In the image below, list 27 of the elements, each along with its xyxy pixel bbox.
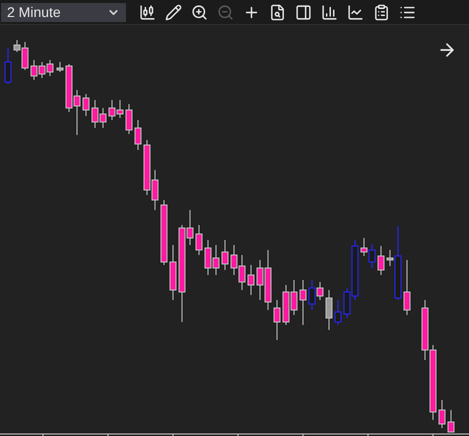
candle [378,246,384,276]
candle [4,48,12,84]
candle [56,62,64,72]
candle [404,260,410,316]
candle [126,104,132,134]
line-chart-icon[interactable] [347,4,364,20]
candle [438,400,446,428]
candle [274,300,280,340]
candle [300,280,306,326]
report-icon[interactable] [373,4,390,20]
document-search-icon[interactable] [269,4,286,20]
candle [82,94,90,116]
candle [222,240,228,270]
candle [448,410,454,432]
candlestick-chart-icon[interactable] [139,4,156,20]
interval-select[interactable]: 2 Minute [1,2,126,22]
candle [334,300,342,326]
candle [134,120,142,150]
candle [170,244,176,300]
candle [326,290,332,330]
bar-chart-icon[interactable] [321,4,338,20]
candle [160,200,168,266]
pencil-icon[interactable] [165,4,182,20]
side-panel-icon[interactable] [295,4,312,20]
zoom-in-icon[interactable] [191,4,208,20]
candle [248,264,254,296]
candle [196,224,202,256]
